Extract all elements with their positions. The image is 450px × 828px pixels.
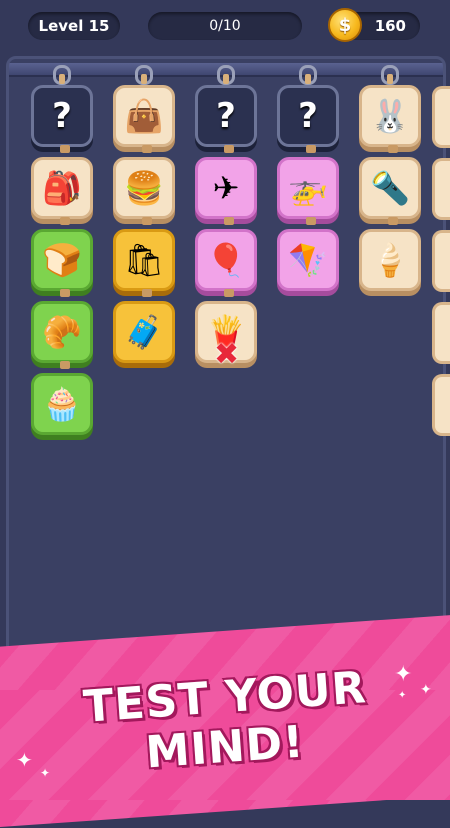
muffin-icon: 🧁: [42, 385, 82, 423]
handbag-icon: 👜: [124, 97, 164, 135]
tile-connector: [60, 145, 70, 153]
tile-suitcase[interactable]: 🧳: [113, 301, 175, 363]
hanger-hook: [53, 65, 71, 85]
bunny-icon: 🐰: [370, 97, 410, 135]
offscreen-tile: [432, 374, 450, 436]
game-board: ? 🎒 🍞 🥐 🧁 👜 🍔 🛍 🧳? ✈ 🎈 🍟 ✖? 🚁 🪁 🐰 🔦 🍦: [6, 56, 446, 666]
tile-fries[interactable]: 🍟 ✖: [195, 301, 257, 372]
sparkle-icon: ✦: [16, 748, 33, 772]
progress-text: 0/10: [209, 18, 241, 34]
sparkle-icon: ✦: [420, 682, 432, 698]
level-label: Level 15: [38, 17, 110, 35]
tile-connector: [142, 289, 152, 297]
tile-connector: [388, 217, 398, 225]
bread-icon: 🍞: [42, 241, 82, 279]
tile-connector: [388, 145, 398, 153]
tile-connector: [306, 217, 316, 225]
progress-counter: 0/10: [148, 12, 302, 40]
tile-helicopter[interactable]: 🚁: [277, 157, 339, 225]
offscreen-tile: [432, 158, 450, 220]
hot-air-balloon-icon: 🎈: [206, 241, 246, 279]
hidden-tile[interactable]: ?: [31, 85, 93, 153]
question-icon: ?: [216, 96, 236, 136]
tile-handbag[interactable]: 👜: [113, 85, 175, 153]
tile-connector: [224, 289, 234, 297]
tile-connector: [60, 289, 70, 297]
tile-bread[interactable]: 🍞: [31, 229, 93, 297]
suitcase-icon: 🧳: [124, 313, 164, 351]
blocked-x-icon: ✖: [214, 337, 240, 372]
flashlight-icon: 🔦: [370, 169, 410, 207]
burger-icon: 🍔: [124, 169, 164, 207]
airplane-icon: ✈: [212, 169, 240, 207]
sparkle-icon: ✦: [398, 690, 407, 701]
hanger-hook: [381, 65, 399, 85]
tile-connector: [142, 217, 152, 225]
question-icon: ?: [52, 96, 72, 136]
tile-connector: [224, 145, 234, 153]
tile-ice-cream[interactable]: 🍦: [359, 229, 421, 291]
tile-connector: [306, 145, 316, 153]
tile-backpack[interactable]: 🎒: [31, 157, 93, 225]
tile-connector: [142, 145, 152, 153]
sparkle-icon: ✦: [394, 662, 413, 687]
tile-tote-bag[interactable]: 🛍: [113, 229, 175, 297]
hidden-tile[interactable]: ?: [277, 85, 339, 153]
sparkle-icon: ✦: [40, 766, 51, 780]
croissant-icon: 🥐: [42, 313, 82, 351]
hanger-hook: [135, 65, 153, 85]
tile-airplane[interactable]: ✈: [195, 157, 257, 225]
coin-amount: 160: [374, 17, 406, 35]
offscreen-tile: [432, 230, 450, 292]
tile-connector: [60, 217, 70, 225]
tile-muffin[interactable]: 🧁: [31, 373, 93, 435]
coin-icon: $: [328, 8, 362, 42]
tile-kite[interactable]: 🪁: [277, 229, 339, 291]
hanger-hook: [299, 65, 317, 85]
tile-burger[interactable]: 🍔: [113, 157, 175, 225]
offscreen-tile: [432, 86, 450, 148]
tile-croissant[interactable]: 🥐: [31, 301, 93, 369]
tile-connector: [224, 217, 234, 225]
helicopter-icon: 🚁: [288, 169, 328, 207]
hanger-hook: [217, 65, 235, 85]
level-indicator: Level 15: [28, 12, 120, 40]
ice-cream-icon: 🍦: [370, 241, 410, 279]
tote-bag-icon: 🛍: [123, 241, 165, 279]
offscreen-tile: [432, 302, 450, 364]
tile-hot-air-balloon[interactable]: 🎈: [195, 229, 257, 297]
tile-connector: [60, 361, 70, 369]
question-icon: ?: [298, 96, 318, 136]
coin-counter[interactable]: $ 160: [328, 8, 420, 42]
backpack-icon: 🎒: [42, 169, 82, 207]
hidden-tile[interactable]: ?: [195, 85, 257, 153]
tile-bunny[interactable]: 🐰: [359, 85, 421, 153]
tile-flashlight[interactable]: 🔦: [359, 157, 421, 225]
kite-icon: 🪁: [288, 241, 328, 279]
